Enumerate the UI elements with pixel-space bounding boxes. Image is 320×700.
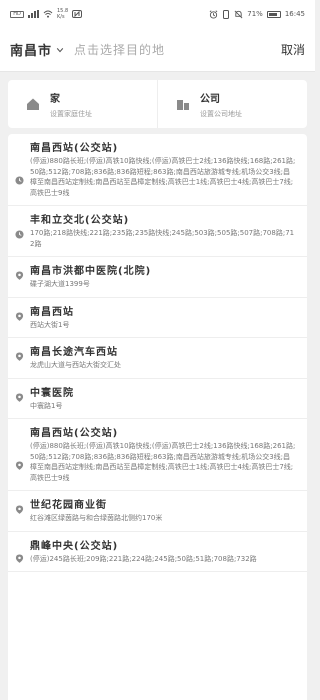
favorite-title: 家 [50, 93, 60, 105]
favorite-title: 公司 [200, 93, 220, 105]
location-pin-icon [15, 311, 24, 321]
item-detail: 龙虎山大道与西站大街交汇处 [30, 361, 121, 369]
favorite-company-text: 公司 设置公司地址 [200, 90, 242, 119]
list-item[interactable]: 鼎峰中央(公交站) (停运)245路长班;209路;221路;224路;245路… [8, 532, 307, 572]
battery-icon [266, 10, 281, 18]
destination-search-input[interactable] [74, 42, 275, 57]
item-detail: 170路;218路快线;221路;235路;235路快线;245路;503路;5… [30, 229, 295, 248]
history-icon [15, 230, 24, 239]
hd-signal-icon: HD [10, 10, 24, 18]
list-item[interactable]: 中寰医院 中寰路1号 [8, 379, 307, 419]
clock: 16:45 [284, 10, 305, 18]
location-pin-icon [15, 392, 24, 402]
item-title: 世纪花园商业街 [30, 500, 107, 511]
item-title: 南昌市洪都中医院(北院) [30, 266, 152, 277]
item-detail: 碟子湖大道1399号 [30, 280, 90, 288]
item-detail: 中寰路1号 [30, 401, 63, 410]
vibrate-icon [223, 9, 230, 19]
list-item[interactable]: 南昌西站(公交站) (停运)880路长班;(停运)高铁10路快线;(停运)高铁巴… [8, 134, 307, 206]
item-detail: (停运)880路长班;(停运)高铁10路快线;(停运)高铁巴士2线;136路快线… [30, 157, 296, 197]
city-selector[interactable]: 南昌市 [10, 40, 52, 59]
location-pin-icon [15, 505, 24, 514]
favorites-card: 家 设置家庭住址 公司 设置公司地址 [8, 80, 307, 128]
item-title: 南昌西站(公交站) [30, 428, 119, 439]
item-title: 南昌西站 [30, 306, 74, 318]
list-item[interactable]: 南昌西站(公交站) (停运)880路长班;(停运)高铁10路快线;(停运)高铁巴… [8, 419, 307, 491]
chevron-down-icon[interactable] [56, 46, 64, 54]
search-results-list: 南昌西站(公交站) (停运)880路长班;(停运)高铁10路快线;(停运)高铁巴… [8, 134, 307, 700]
network-speed-unit: K/s [57, 14, 65, 20]
favorite-home[interactable]: 家 设置家庭住址 [8, 80, 158, 128]
favorite-subtitle: 设置公司地址 [200, 109, 242, 118]
list-item[interactable]: 世纪花园商业街 红谷滩区绿茵路与和合绿茵路北侧约170米 [8, 491, 307, 532]
company-icon [177, 100, 189, 110]
alarm-icon [209, 9, 218, 19]
location-pin-icon [15, 553, 24, 563]
list-item[interactable]: 南昌西站 西站大街1号 [8, 298, 307, 338]
status-right: 71% 16:45 [209, 9, 305, 19]
item-detail: 西站大街1号 [30, 320, 70, 329]
cancel-button[interactable]: 取消 [281, 41, 305, 58]
status-bar: HD 15.8 K/s 71% 16:45 [0, 0, 315, 28]
location-pin-icon [15, 271, 24, 280]
favorite-company[interactable]: 公司 设置公司地址 [158, 80, 307, 128]
battery-percent: 71% [247, 10, 263, 18]
item-detail: (停运)880路长班;(停运)高铁10路快线;(停运)高铁巴士2线;136路快线… [30, 442, 296, 482]
mute-bell-icon [234, 10, 243, 18]
home-icon [27, 98, 39, 110]
list-item[interactable]: 南昌市洪都中医院(北院) 碟子湖大道1399号 [8, 257, 307, 298]
location-pin-icon [15, 352, 24, 361]
nfc-icon [72, 10, 83, 18]
item-title: 南昌长途汽车西站 [30, 347, 118, 358]
item-title: 中寰医院 [30, 387, 74, 399]
history-icon [15, 176, 24, 185]
list-item[interactable]: 南昌长途汽车西站 龙虎山大道与西站大街交汇处 [8, 338, 307, 379]
signal-bars-icon [28, 10, 39, 18]
search-bar: 南昌市 取消 [0, 28, 315, 72]
item-detail: 红谷滩区绿茵路与和合绿茵路北侧约170米 [30, 514, 163, 522]
list-item[interactable]: 丰和立交北(公交站) 170路;218路快线;221路;235路;235路快线;… [8, 206, 307, 257]
favorite-subtitle: 设置家庭住址 [50, 109, 92, 118]
item-title: 丰和立交北(公交站) [30, 215, 130, 226]
item-title: 南昌西站(公交站) [30, 143, 119, 154]
wifi-icon [43, 10, 53, 18]
location-pin-icon [15, 461, 24, 470]
item-detail: (停运)245路长班;209路;221路;224路;245路;50路;51路;7… [30, 554, 257, 563]
item-title: 鼎峰中央(公交站) [30, 540, 119, 552]
favorite-home-text: 家 设置家庭住址 [50, 90, 92, 119]
status-left: HD 15.8 K/s [10, 8, 83, 20]
